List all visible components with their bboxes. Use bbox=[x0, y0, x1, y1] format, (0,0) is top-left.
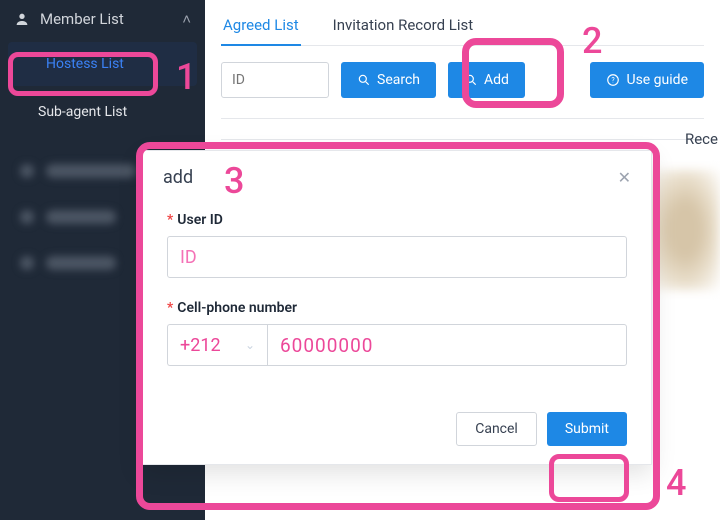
user-id-label: *User ID bbox=[167, 212, 627, 228]
cancel-button[interactable]: Cancel bbox=[456, 412, 537, 446]
submit-button[interactable]: Submit bbox=[547, 412, 627, 446]
phone-label: *Cell-phone number bbox=[167, 300, 627, 316]
modal-backdrop: add ✕ *User ID *Cell-phone number +212 ⌄… bbox=[0, 0, 720, 520]
sidebar-item-label: Hostess List bbox=[46, 56, 124, 72]
phone-row: +212 ⌄ bbox=[167, 324, 627, 366]
phone-input[interactable] bbox=[267, 324, 627, 366]
modal-header: add ✕ bbox=[143, 151, 651, 204]
modal-body: *User ID *Cell-phone number +212 ⌄ bbox=[143, 204, 651, 412]
required-asterisk: * bbox=[167, 300, 173, 316]
required-asterisk: * bbox=[167, 212, 173, 228]
modal-footer: Cancel Submit bbox=[143, 412, 651, 464]
chevron-down-icon: ⌄ bbox=[245, 338, 255, 352]
phone-prefix-value: +212 bbox=[180, 335, 221, 356]
close-icon[interactable]: ✕ bbox=[618, 168, 631, 187]
modal-title: add bbox=[163, 167, 193, 188]
user-id-input[interactable] bbox=[167, 236, 627, 278]
phone-prefix-select[interactable]: +212 ⌄ bbox=[167, 324, 267, 366]
add-modal: add ✕ *User ID *Cell-phone number +212 ⌄… bbox=[142, 150, 652, 465]
